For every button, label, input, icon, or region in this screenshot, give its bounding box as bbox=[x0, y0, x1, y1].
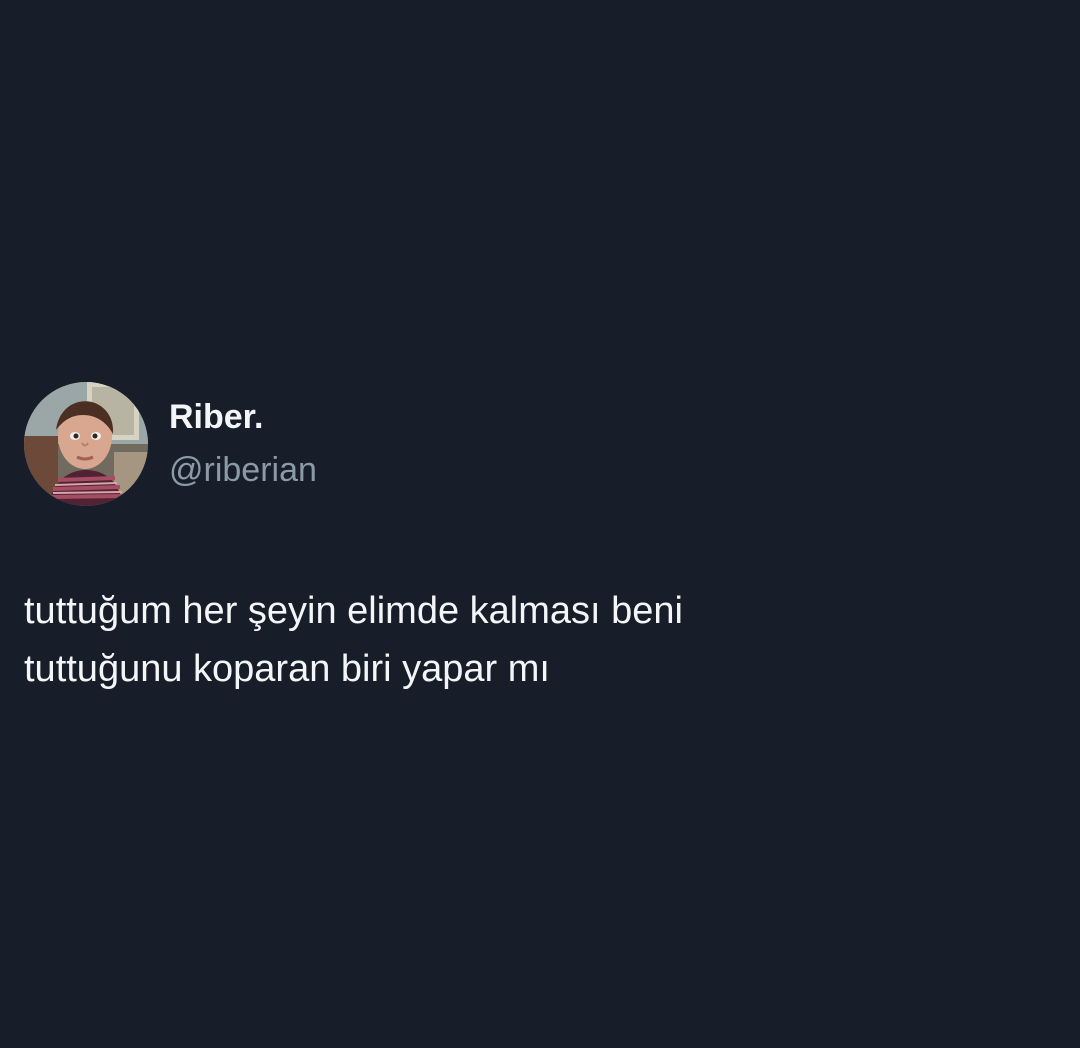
tweet-card: Riber. @riberian tuttuğum her şeyin elim… bbox=[0, 0, 1080, 1048]
author-handle[interactable]: @riberian bbox=[169, 450, 317, 490]
tweet-text: tuttuğum her şeyin elimde kalması beni t… bbox=[24, 582, 1034, 698]
author-display-name[interactable]: Riber. bbox=[169, 397, 263, 437]
tweet-text-line: tuttuğum her şeyin elimde kalması beni bbox=[24, 590, 683, 632]
avatar[interactable] bbox=[24, 382, 148, 506]
tweet-text-line: tuttuğunu koparan biri yapar mı bbox=[24, 648, 550, 690]
